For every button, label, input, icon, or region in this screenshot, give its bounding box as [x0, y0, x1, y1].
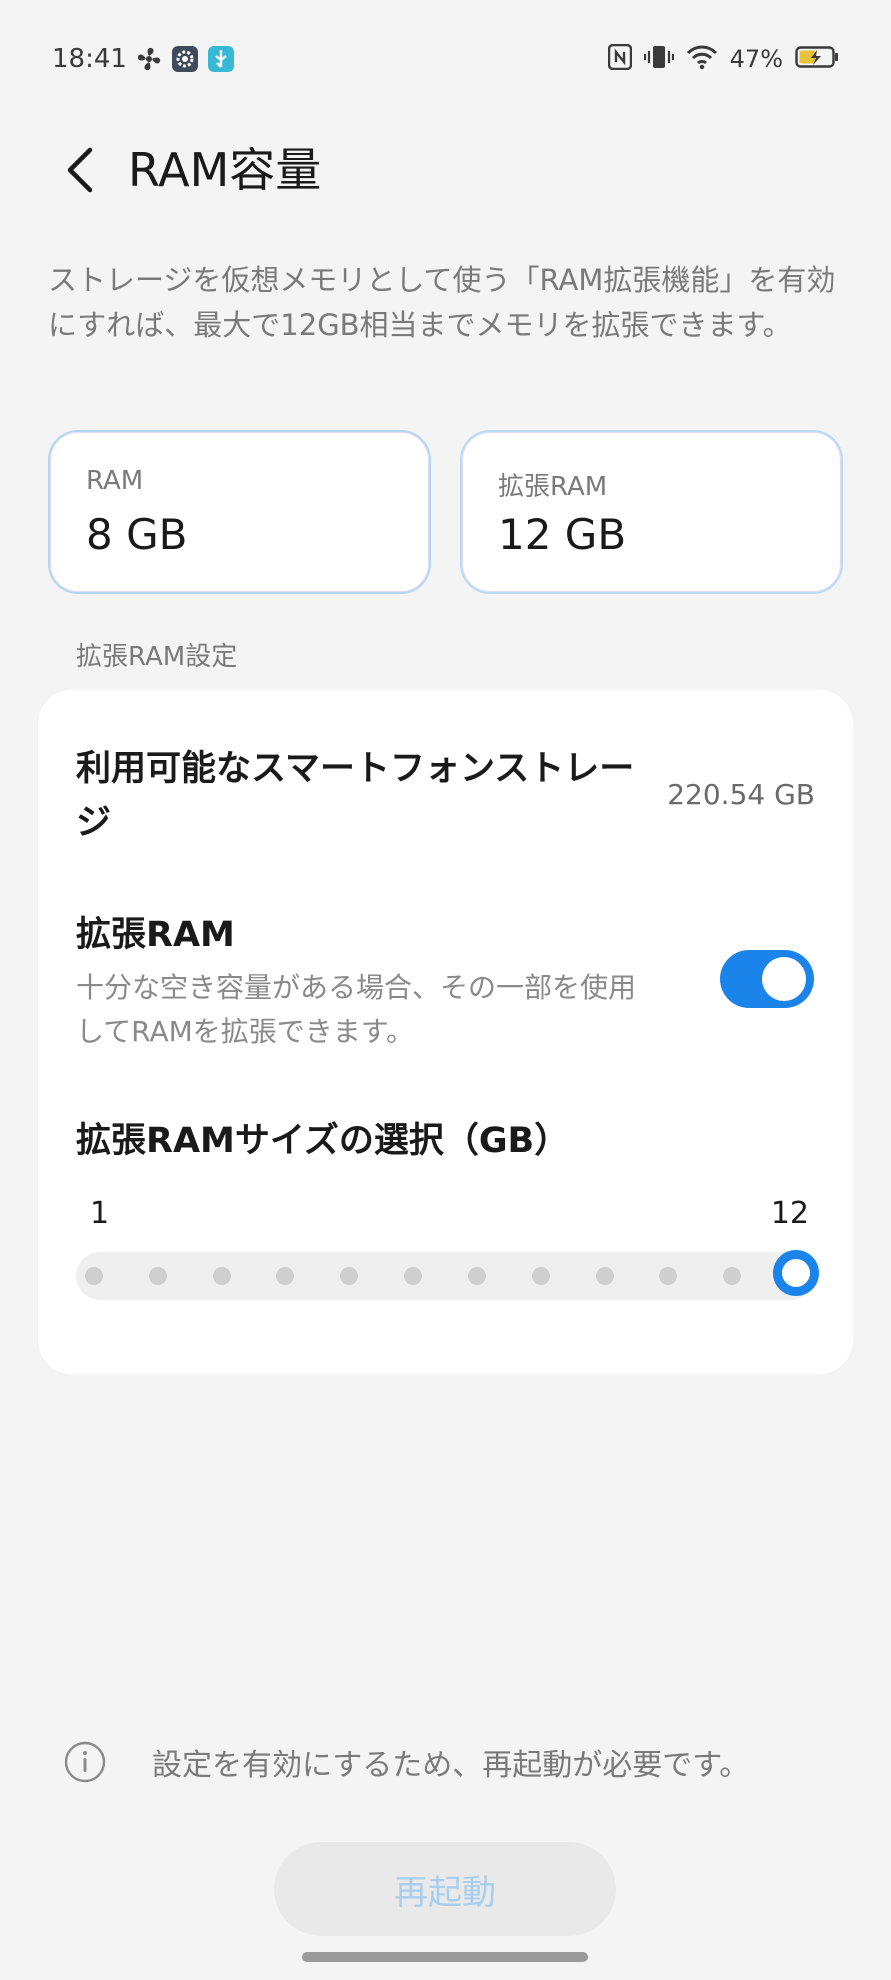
storage-title: 利用可能なスマートフォンストレージ	[76, 749, 635, 843]
toggle-knob	[762, 957, 806, 1001]
ram-label: RAM	[86, 466, 144, 496]
ram-size-slider[interactable]	[76, 1250, 819, 1300]
status-right-group: 47%	[607, 43, 839, 75]
slider-step-dot[interactable]	[212, 1267, 231, 1285]
extended-ram-label: 拡張RAM	[498, 472, 608, 502]
extended-ram-value: 12 GB	[498, 510, 627, 559]
fan-icon	[134, 44, 164, 74]
slider-step-dot[interactable]	[85, 1267, 103, 1285]
wifi-icon	[686, 44, 718, 74]
extended-ram-subtitle: 十分な空き容量がある場合、その一部を使用してRAMを拡張できます。	[76, 971, 637, 1048]
status-time: 18:41	[52, 44, 127, 74]
settings-card: 利用可能なスマートフォンストレージ 220.54 GB 拡張RAM 十分な空き容…	[38, 690, 853, 1374]
slider-step-dot[interactable]	[276, 1267, 295, 1285]
home-indicator[interactable]	[302, 1952, 588, 1962]
page-title: RAM容量	[128, 143, 322, 197]
ram-card: RAM 8 GB	[48, 430, 431, 594]
restart-button[interactable]: 再起動	[274, 1842, 616, 1936]
ram-value: 8 GB	[86, 510, 188, 559]
slider-step-dot[interactable]	[467, 1267, 486, 1285]
ram-size-title: 拡張RAMサイズの選択（GB）	[76, 1121, 570, 1161]
back-button[interactable]	[50, 140, 110, 200]
restart-notice: 設定を有効にするため、再起動が必要です。	[64, 1740, 749, 1784]
nfc-icon	[607, 43, 632, 74]
extended-ram-toggle[interactable]	[720, 950, 814, 1008]
slider-step-dot[interactable]	[531, 1267, 550, 1285]
slider-step-dot[interactable]	[595, 1267, 614, 1285]
slider-step-dot[interactable]	[340, 1267, 359, 1285]
description-text: ストレージを仮想メモリとして使う「RAM拡張機能」を有効にすれば、最大で12GB…	[48, 263, 836, 342]
slider-step-dot[interactable]	[404, 1267, 423, 1285]
extended-ram-title: 拡張RAM	[76, 915, 235, 955]
slider-min-label: 1	[90, 1196, 110, 1231]
battery-percent: 47%	[729, 45, 783, 73]
battery-charging-icon	[795, 45, 839, 73]
chevron-left-icon	[67, 147, 93, 193]
slider-step-dot[interactable]	[723, 1267, 742, 1285]
storage-value: 220.54 GB	[667, 778, 815, 811]
status-bar: 18:41 47%	[0, 0, 891, 118]
info-icon	[64, 1741, 106, 1783]
slider-max-label: 12	[770, 1196, 809, 1231]
section-label: 拡張RAM設定	[76, 642, 238, 672]
extended-ram-card: 拡張RAM 12 GB	[460, 430, 843, 594]
gear-icon	[170, 44, 200, 74]
restart-notice-text: 設定を有効にするため、再起動が必要です。	[152, 1748, 750, 1783]
slider-step-dot[interactable]	[148, 1267, 167, 1285]
ram-capacity-screen: 18:41 47% RAM容量 ストレージを仮想メモリとして使う「RAM拡張機能…	[0, 0, 891, 1980]
usb-icon	[206, 44, 236, 74]
vibrate-icon	[643, 43, 674, 75]
slider-step-dot[interactable]	[659, 1267, 678, 1285]
slider-thumb[interactable]	[773, 1250, 819, 1296]
